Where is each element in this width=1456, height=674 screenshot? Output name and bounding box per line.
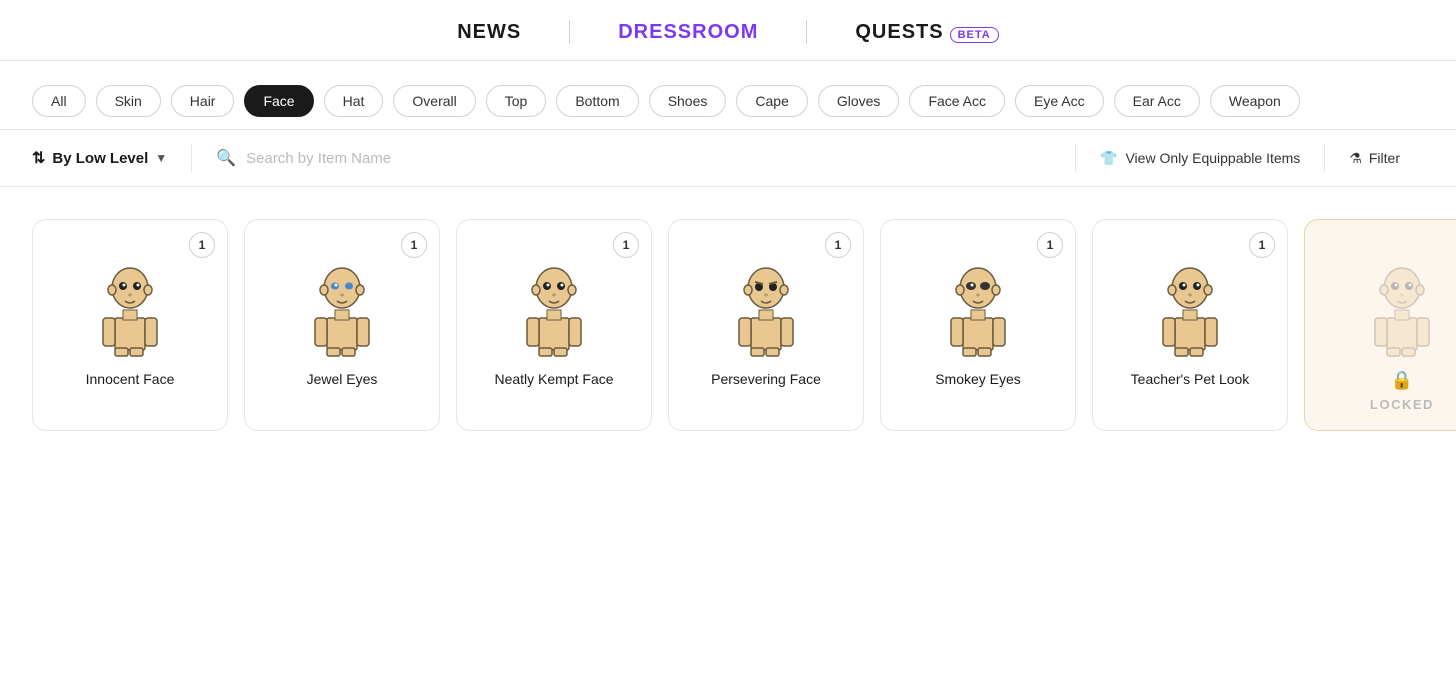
nav-divider-2 xyxy=(806,20,807,44)
filter-chip-face[interactable]: Face xyxy=(244,85,313,117)
level-badge: 1 xyxy=(1037,232,1063,258)
equippable-button[interactable]: 👕 View Only Equippable Items xyxy=(1076,150,1324,167)
filter-icon: ⚗ xyxy=(1349,150,1362,167)
item-card-smokey-eyes[interactable]: 1 Smokey Eyes xyxy=(880,219,1076,431)
level-badge: 1 xyxy=(825,232,851,258)
filter-bar: All Skin Hair Face Hat Overall Top Bottom Shoes C… xyxy=(0,61,1456,129)
filter-chip-eye-acc[interactable]: Eye Acc xyxy=(1015,85,1104,117)
filter-chip-top[interactable]: Top xyxy=(486,85,547,117)
item-card-innocent-face[interactable]: 1 Innocent Face xyxy=(32,219,228,431)
item-card-persevering-face[interactable]: 1 Persevering Face xyxy=(668,219,864,431)
filter-chip-gloves[interactable]: Gloves xyxy=(818,85,900,117)
item-name: Innocent Face xyxy=(86,370,175,390)
item-name: Neatly Kempt Face xyxy=(494,370,613,390)
equippable-label: View Only Equippable Items xyxy=(1125,150,1300,166)
item-name: Teacher's Pet Look xyxy=(1131,370,1250,390)
nav-quests-label: QUESTS xyxy=(855,21,943,43)
level-badge: 1 xyxy=(401,232,427,258)
sort-button[interactable]: ⇅ By Low Level ▼ xyxy=(32,148,191,168)
search-wrap: 🔍 xyxy=(192,148,1075,168)
item-image xyxy=(504,248,604,358)
filter-chip-overall[interactable]: Overall xyxy=(393,85,475,117)
item-card-locked-item[interactable]: 2 🔒 LOCKED xyxy=(1304,219,1456,431)
filter-chip-cape[interactable]: Cape xyxy=(736,85,807,117)
search-input[interactable] xyxy=(246,150,1051,167)
filter-chip-weapon[interactable]: Weapon xyxy=(1210,85,1300,117)
nav-quests[interactable]: QUESTS BETA xyxy=(855,21,998,44)
filter-chip-bottom[interactable]: Bottom xyxy=(556,85,638,117)
level-badge: 1 xyxy=(613,232,639,258)
lock-icon: 🔒 xyxy=(1391,370,1413,391)
item-image xyxy=(1352,248,1452,358)
locked-text: LOCKED xyxy=(1370,397,1434,412)
sort-search-bar: ⇅ By Low Level ▼ 🔍 👕 View Only Equippabl… xyxy=(0,129,1456,187)
item-image xyxy=(80,248,180,358)
item-card-neatly-kempt-face[interactable]: 1 Neatly Kempt Face xyxy=(456,219,652,431)
locked-overlay: 🔒 LOCKED xyxy=(1370,370,1434,412)
beta-badge: BETA xyxy=(950,27,999,43)
main-nav: NEWS DRESSROOM QUESTS BETA xyxy=(0,0,1456,61)
filter-chip-face-acc[interactable]: Face Acc xyxy=(909,85,1005,117)
level-badge: 1 xyxy=(1249,232,1275,258)
item-card-jewel-eyes[interactable]: 1 Jewel Eyes xyxy=(244,219,440,431)
filter-chip-shoes[interactable]: Shoes xyxy=(649,85,727,117)
filter-chip-hat[interactable]: Hat xyxy=(324,85,384,117)
filter-label: Filter xyxy=(1369,150,1400,166)
shirt-icon: 👕 xyxy=(1100,150,1117,167)
filter-chip-skin[interactable]: Skin xyxy=(96,85,161,117)
right-controls: 👕 View Only Equippable Items ⚗ Filter xyxy=(1075,144,1424,172)
item-name: Jewel Eyes xyxy=(307,370,378,390)
filter-chip-ear-acc[interactable]: Ear Acc xyxy=(1114,85,1200,117)
item-card-teachers-pet-look[interactable]: 1 Teacher's Pet Look xyxy=(1092,219,1288,431)
item-image xyxy=(716,248,816,358)
nav-dressroom[interactable]: DRESSROOM xyxy=(618,21,758,44)
sort-label: By Low Level xyxy=(52,150,148,167)
item-image xyxy=(292,248,392,358)
filter-chip-hair[interactable]: Hair xyxy=(171,85,235,117)
item-image xyxy=(928,248,1028,358)
items-grid: 1 Innocent Face 1 xyxy=(0,187,1456,431)
filter-button[interactable]: ⚗ Filter xyxy=(1325,150,1424,167)
item-name: Persevering Face xyxy=(711,370,821,390)
level-badge: 1 xyxy=(189,232,215,258)
nav-news[interactable]: NEWS xyxy=(457,21,521,44)
filter-chip-all[interactable]: All xyxy=(32,85,86,117)
sort-arrow-icon: ⇅ xyxy=(32,148,45,168)
search-icon: 🔍 xyxy=(216,148,236,168)
item-name: Smokey Eyes xyxy=(935,370,1021,390)
item-image xyxy=(1140,248,1240,358)
nav-divider-1 xyxy=(569,20,570,44)
chevron-down-icon: ▼ xyxy=(155,151,167,165)
